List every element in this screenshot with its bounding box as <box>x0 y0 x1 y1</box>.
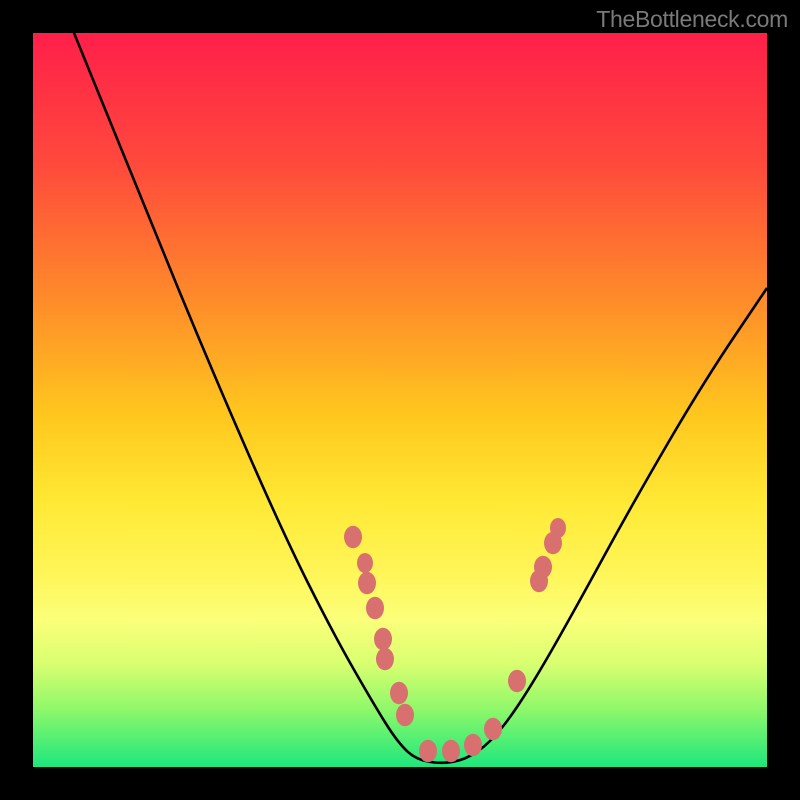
data-marker <box>484 718 502 741</box>
data-marker <box>442 740 460 763</box>
data-marker <box>376 648 394 671</box>
data-marker <box>550 518 566 538</box>
data-marker <box>534 556 552 579</box>
watermark-text: TheBottleneck.com <box>596 6 788 33</box>
data-marker <box>357 553 373 573</box>
data-marker <box>508 670 526 693</box>
bottleneck-curve <box>74 33 767 763</box>
data-marker <box>344 526 362 549</box>
data-marker <box>358 572 376 595</box>
data-marker <box>374 628 392 651</box>
data-marker <box>464 734 482 757</box>
chart-markers <box>344 518 566 762</box>
chart-plot-area <box>33 33 767 767</box>
chart-frame: TheBottleneck.com <box>0 0 800 800</box>
data-marker <box>396 704 414 727</box>
data-marker <box>366 597 384 620</box>
chart-svg <box>33 33 767 767</box>
data-marker <box>390 682 408 705</box>
data-marker <box>419 740 437 763</box>
